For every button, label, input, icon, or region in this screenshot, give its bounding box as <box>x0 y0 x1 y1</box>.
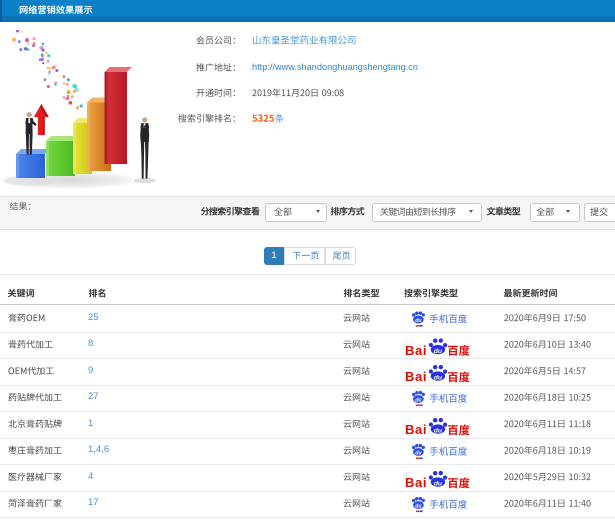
svg-text:du: du <box>434 480 443 487</box>
svg-text:du: du <box>415 451 422 457</box>
svg-text:du: du <box>434 374 443 381</box>
svg-text:du: du <box>415 398 422 404</box>
svg-text:du: du <box>415 318 422 324</box>
svg-text:du: du <box>415 504 422 510</box>
svg-text:du: du <box>434 348 443 355</box>
svg-text:du: du <box>434 427 443 434</box>
